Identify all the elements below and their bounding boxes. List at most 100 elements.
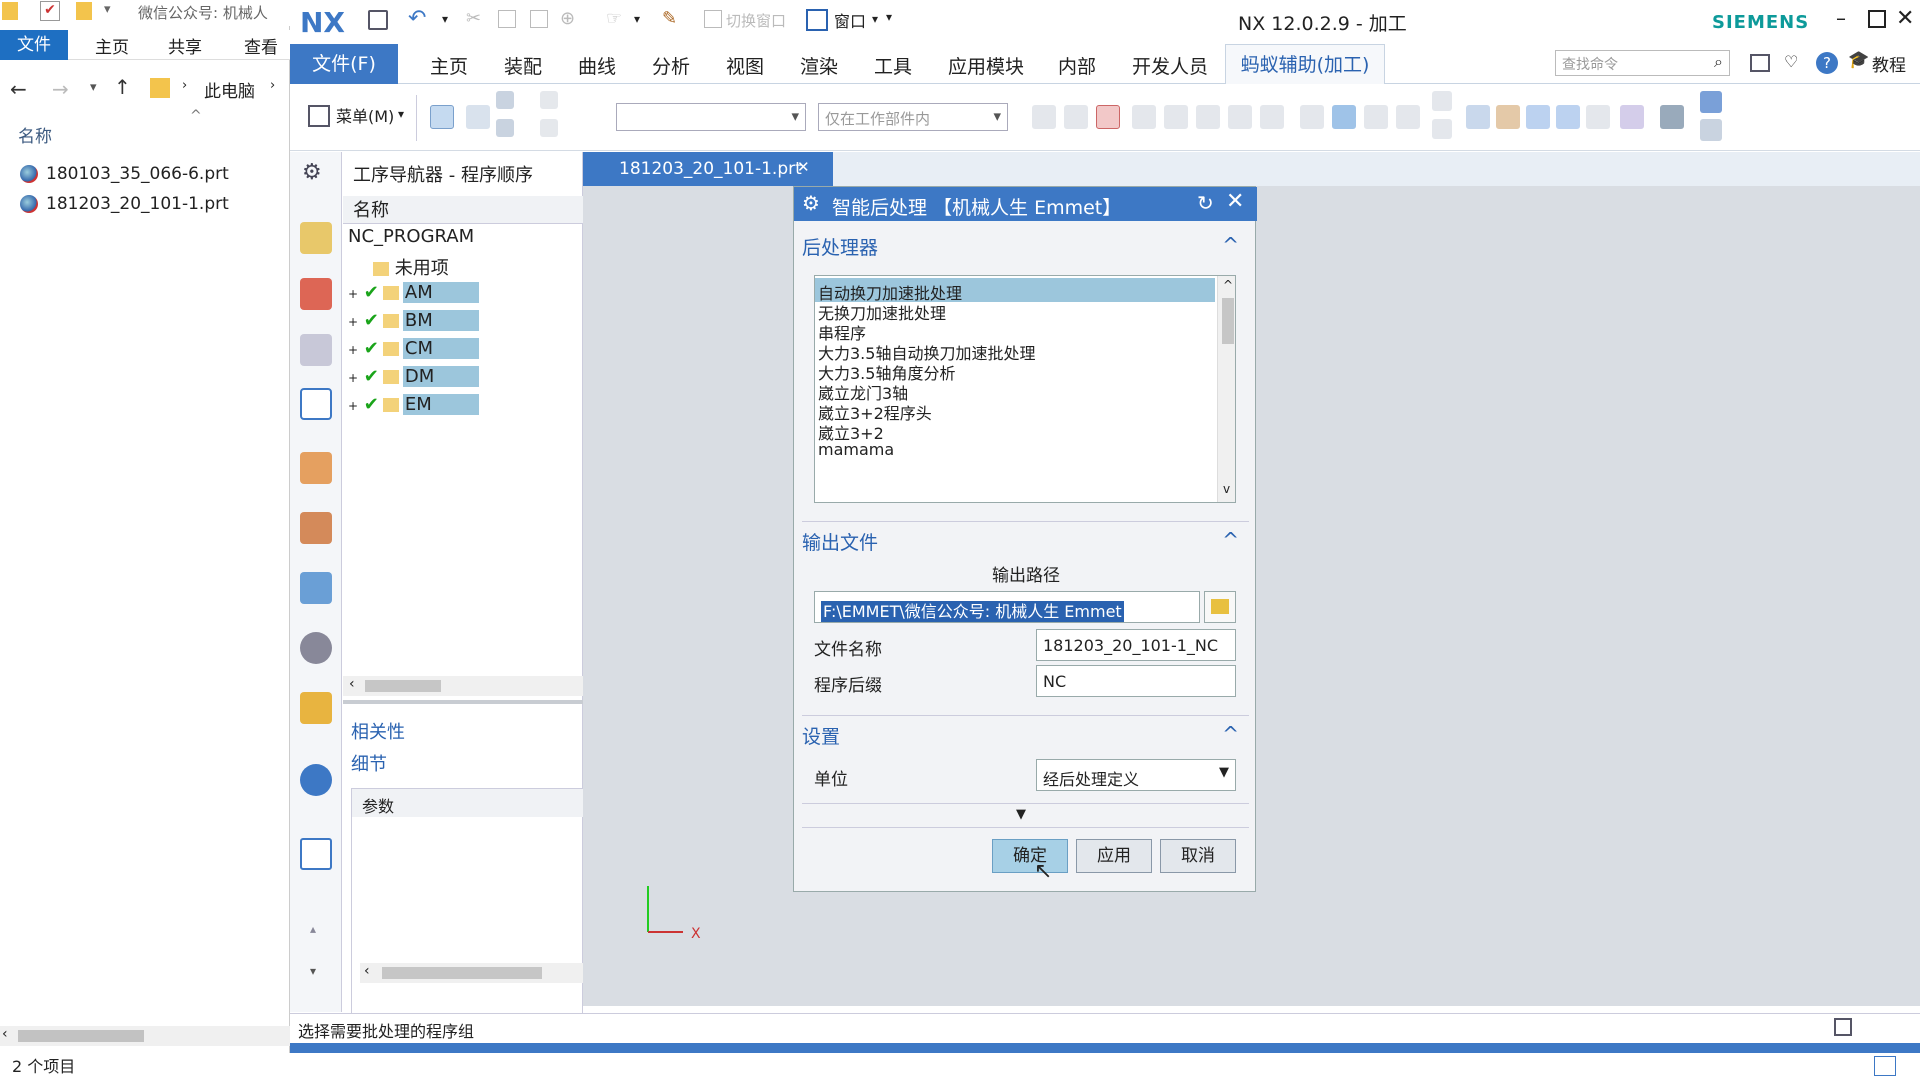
ribbon-options-icon[interactable]: ♡ (1784, 52, 1798, 71)
file-item[interactable]: 180103_35_066-6.prt (20, 164, 229, 184)
roles-icon[interactable] (300, 692, 332, 724)
file-name-input[interactable]: 181203_20_101-1_NC (1036, 629, 1236, 661)
tab-curve[interactable]: 曲线 (578, 52, 616, 79)
copy-object-icon[interactable] (1432, 119, 1452, 139)
post-section-header[interactable]: 后处理器 ^ (802, 233, 1249, 260)
up-arrow-icon[interactable]: ↑ (114, 75, 131, 99)
ok-button[interactable]: 确定 (992, 839, 1068, 873)
explorer-tab-file[interactable]: 文件 (0, 30, 68, 60)
copy-icon[interactable] (498, 10, 516, 28)
tab-tools[interactable]: 工具 (874, 52, 912, 79)
details-section[interactable]: 细节 (351, 750, 387, 776)
show-hide-icon[interactable] (540, 91, 558, 109)
tutorial-icon[interactable]: 🎓 (1848, 50, 1869, 70)
gear-icon[interactable]: ⚙ (302, 160, 322, 185)
postprocessor-list[interactable]: 自动换刀加速批处理 无换刀加速批处理 串程序 大力3.5轴自动换刀加速批处理 大… (814, 275, 1236, 503)
info-icon[interactable] (300, 764, 332, 796)
tab-application[interactable]: 应用模块 (948, 52, 1024, 79)
dependencies-section[interactable]: 相关性 (351, 718, 405, 744)
unit-dropdown[interactable]: 经后处理定义 ▼ (1036, 759, 1236, 791)
control-point-icon[interactable] (1164, 105, 1188, 129)
expand-icon[interactable]: + (348, 371, 358, 385)
cut-icon[interactable]: ✂ (466, 8, 481, 29)
close-tab-icon[interactable]: ✕ (797, 158, 810, 176)
cube-icon[interactable] (1332, 105, 1356, 129)
details-hscrollbar[interactable]: ‹ (360, 963, 584, 983)
minimize-icon[interactable]: – (1836, 6, 1846, 30)
paste-icon[interactable] (530, 10, 548, 28)
file-item[interactable]: 181203_20_101-1.prt (20, 194, 229, 214)
close-icon[interactable]: ✕ (1226, 189, 1244, 214)
hd3d-tools-icon[interactable] (300, 572, 332, 604)
visibility-icon[interactable] (1700, 119, 1722, 141)
apply-button[interactable]: 应用 (1076, 839, 1152, 873)
midpoint-icon[interactable] (1132, 105, 1156, 129)
close-icon[interactable]: ✕ (1896, 6, 1914, 31)
undo-icon[interactable]: ↶ (408, 6, 426, 31)
filter-icon[interactable] (496, 119, 514, 137)
program-group-node[interactable]: + ✔ BM (348, 310, 568, 338)
selection-scope-dropdown[interactable]: 仅在工作部件内 (818, 103, 1008, 131)
select-feature-icon[interactable] (430, 105, 454, 129)
repeat-command-icon[interactable]: ⊕ (560, 8, 575, 29)
collapse-icon[interactable]: ^ (1222, 722, 1239, 746)
zoom-window-icon[interactable] (1496, 105, 1520, 129)
browse-folder-button[interactable] (1204, 591, 1236, 623)
intersection-icon[interactable] (1196, 105, 1220, 129)
switch-window-icon[interactable] (704, 10, 722, 28)
layer-icon[interactable] (1620, 105, 1644, 129)
column-name-header[interactable]: 名称 (18, 122, 52, 147)
window-icon[interactable] (806, 9, 828, 31)
list-scrollbar[interactable]: ^ v (1217, 276, 1235, 502)
endpoint-icon[interactable] (1096, 105, 1120, 129)
new-folder-icon[interactable] (76, 2, 92, 20)
cancel-button[interactable]: 取消 (1160, 839, 1236, 873)
splitter[interactable] (343, 700, 583, 704)
scroll-down-icon[interactable]: ▾ (310, 964, 316, 978)
search-icon[interactable]: ⌕ (1714, 52, 1723, 72)
collapse-icon[interactable]: ^ (1222, 528, 1239, 552)
scrollbar-thumb[interactable] (18, 1030, 144, 1042)
point-on-face-icon[interactable] (1364, 105, 1388, 129)
tab-ant-assist[interactable]: 蚂蚁辅助(加工) (1225, 44, 1385, 84)
touch-mode-icon[interactable]: ☞ (606, 8, 622, 29)
shading-icon[interactable] (1660, 105, 1684, 129)
customize-qat-icon[interactable]: ▾ (886, 10, 892, 24)
rotate-icon[interactable] (1526, 105, 1550, 129)
scrollbar-thumb[interactable] (1222, 298, 1234, 344)
program-group-node[interactable]: + ✔ AM (348, 282, 568, 310)
scrollbar-thumb[interactable] (382, 967, 542, 979)
forward-arrow-icon[interactable]: → (52, 77, 69, 101)
list-item[interactable]: mamama (815, 438, 1215, 462)
document-tab[interactable]: 181203_20_101-1.prt ✕ (583, 152, 833, 186)
command-search-input[interactable]: 查找命令 ⌕ (1555, 50, 1730, 76)
tab-assembly[interactable]: 装配 (504, 52, 542, 79)
general-select-icon[interactable] (466, 105, 490, 129)
scroll-left-icon[interactable]: ‹ (349, 676, 355, 692)
eye-icon[interactable] (300, 632, 332, 664)
maximize-icon[interactable] (1868, 10, 1886, 28)
output-path-input[interactable]: F:\EMMET\微信公众号: 机械人生 Emmet (814, 591, 1200, 623)
explorer-tab-home[interactable]: 主页 (95, 33, 129, 58)
history-icon[interactable] (300, 838, 332, 870)
machine-tool-icon[interactable] (300, 452, 332, 484)
tutorial-label[interactable]: 教程 (1872, 51, 1906, 76)
fullscreen-icon[interactable] (1834, 1018, 1852, 1036)
program-group-node[interactable]: + ✔ DM (348, 366, 568, 394)
menu-icon[interactable] (308, 105, 330, 127)
navigator-hscrollbar[interactable]: ‹ (343, 676, 583, 696)
snap-icon[interactable] (496, 91, 514, 109)
fit-view-icon[interactable] (1466, 105, 1490, 129)
undo-dropdown-icon[interactable]: ▾ (442, 12, 448, 26)
quadrant-icon[interactable] (1300, 105, 1324, 129)
tab-internal[interactable]: 内部 (1058, 52, 1096, 79)
suffix-input[interactable]: NC (1036, 665, 1236, 697)
measure-icon[interactable]: ✎ (662, 8, 677, 29)
existing-point-icon[interactable] (1396, 105, 1420, 129)
tab-analysis[interactable]: 分析 (652, 52, 690, 79)
window-dropdown-icon[interactable]: ▾ (872, 12, 878, 26)
reuse-library-icon[interactable] (300, 512, 332, 544)
navigator-header[interactable]: 名称 (343, 196, 583, 224)
expand-icon[interactable]: + (348, 315, 358, 329)
explorer-tab-share[interactable]: 共享 (168, 33, 202, 58)
